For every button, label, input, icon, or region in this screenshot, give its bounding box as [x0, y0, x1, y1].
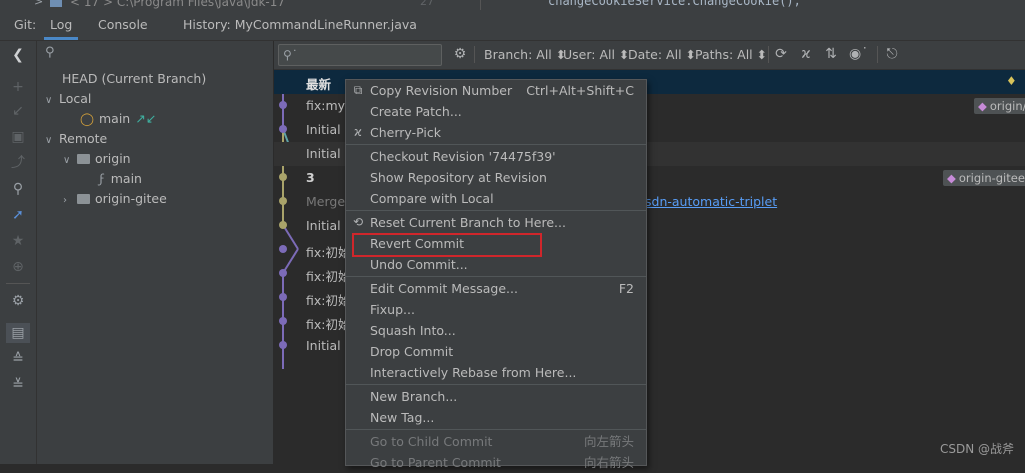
jdk-label: < 17 > C:\Program Files\Java\jdk-17 [70, 0, 286, 9]
menu-copy-revision[interactable]: ⧉ Copy Revision Number Ctrl+Alt+Shift+C [346, 80, 646, 101]
filter-user[interactable]: User: All ⬍ [563, 47, 629, 62]
sort-icon[interactable]: ⇅ [822, 45, 840, 63]
git-label: Git: [14, 17, 37, 32]
tab-console[interactable]: Console [98, 10, 148, 40]
tree-origin-gitee[interactable]: › origin-gitee [63, 189, 167, 209]
search-icon[interactable]: ⚲ [6, 179, 30, 199]
menu-separator [346, 144, 646, 145]
menu-undo-commit[interactable]: Undo Commit... [346, 254, 646, 275]
menu-show-repository[interactable]: Show Repository at Revision [346, 167, 646, 188]
menu-interactive-rebase[interactable]: Interactively Rebase from Here... [346, 362, 646, 383]
menu-fixup[interactable]: Fixup... [346, 299, 646, 320]
push-icon[interactable]: ➚ [6, 205, 30, 225]
menu-checkout-revision[interactable]: Checkout Revision '74475f39' [346, 146, 646, 167]
menu-reset-branch[interactable]: ⟲ Reset Current Branch to Here... [346, 212, 646, 233]
library-icon [50, 0, 62, 7]
merge-branch-link[interactable]: sdn-automatic-triplet [645, 194, 777, 209]
menu-cherry-pick[interactable]: ϰ Cherry-Pick [346, 122, 646, 143]
tree-head[interactable]: HEAD (Current Branch) [62, 69, 206, 89]
cherry-pick-icon: ϰ [354, 125, 362, 139]
menu-compare-local[interactable]: Compare with Local [346, 188, 646, 209]
tab-log[interactable]: Log [44, 10, 79, 40]
undo-icon: ⟲ [352, 215, 364, 229]
eye-icon[interactable]: ◉˙ [849, 45, 868, 63]
star-icon[interactable]: ★ [6, 231, 30, 251]
line-number: 27 [420, 0, 434, 8]
menu-separator [346, 210, 646, 211]
tag-icon: ♦ [1006, 74, 1017, 88]
folder-icon [77, 194, 90, 204]
tree-remote[interactable]: ∨ Remote [45, 129, 107, 149]
code-line: changeCookieService.ChangeCookie(); [548, 0, 801, 8]
add-icon[interactable]: + [6, 77, 30, 97]
menu-create-patch[interactable]: Create Patch... [346, 101, 646, 122]
update-icon[interactable]: ↙ [6, 101, 30, 121]
revert-commit-highlight [352, 233, 542, 257]
menu-new-tag[interactable]: New Tag... [346, 407, 646, 428]
menu-new-branch[interactable]: New Branch... [346, 386, 646, 407]
branch-tag-origin-gitee: ◆ origin-gitee/ [943, 170, 1025, 186]
divider [877, 46, 878, 63]
tree-local[interactable]: ∨ Local [45, 89, 91, 109]
git-tool-window-tabs: Git: Log Console History: MyCommandLineR… [0, 10, 1025, 41]
menu-separator [346, 384, 646, 385]
group-by-icon[interactable]: ▤ [6, 323, 30, 343]
branch-icon: ϝ [99, 171, 105, 186]
copy-icon: ⧉ [353, 83, 363, 97]
filter-date[interactable]: Date: All ⬍ [628, 47, 696, 62]
tree-prefix: > [34, 0, 44, 8]
menu-separator [346, 429, 646, 430]
divider [6, 283, 30, 284]
log-toolbar: ⚲˙ ⚙ Branch: All ⬍ User: All ⬍ Date: All… [274, 41, 1025, 70]
filter-paths[interactable]: Paths: All ⬍ [695, 47, 767, 62]
tab-history[interactable]: History: MyCommandLineRunner.java [183, 10, 417, 40]
tree-origin[interactable]: ∨ origin [63, 149, 131, 169]
gear-icon[interactable]: ⚙ [451, 45, 469, 63]
divider [768, 46, 769, 63]
tree-local-main[interactable]: ◯ main ↗↙ [80, 109, 156, 129]
tag-icon: ◆ [947, 171, 956, 185]
menu-squash[interactable]: Squash Into... [346, 320, 646, 341]
search-icon: ⚲˙ [283, 48, 298, 62]
menu-edit-message[interactable]: Edit Commit Message... F2 [346, 278, 646, 299]
chevron-down-icon: ∨ [63, 155, 71, 166]
tree-origin-main[interactable]: ϝ main [99, 169, 142, 189]
menu-go-child[interactable]: Go to Child Commit 向左箭头 [346, 431, 646, 452]
chevron-down-icon: ∨ [45, 135, 53, 146]
log-search-input[interactable]: ⚲˙ [278, 44, 442, 66]
editor-background-strip: > < 17 > C:\Program Files\Java\jdk-17 27… [0, 0, 1025, 10]
branches-panel: ⚲ HEAD (Current Branch) ∨ Local ◯ main ↗↙ ∨… [37, 41, 274, 464]
tracking-arrows-icon: ↗↙ [135, 111, 157, 126]
divider [480, 0, 481, 10]
menu-drop-commit[interactable]: Drop Commit [346, 341, 646, 362]
gear-icon[interactable]: ⚙ [6, 291, 30, 311]
expand-all-icon[interactable]: ≙ [6, 349, 30, 369]
watermark: CSDN @战斧 [940, 442, 1015, 456]
branch-tag-origin: ◆ origin/ [974, 98, 1025, 114]
divider [474, 46, 475, 63]
menu-go-parent[interactable]: Go to Parent Commit 向右箭头 [346, 452, 646, 473]
cherry-pick-icon[interactable]: ϰ [797, 45, 815, 63]
tag-icon: ◯ [80, 111, 94, 126]
chevron-right-icon: › [63, 195, 67, 206]
collapse-arrow-icon[interactable]: ❮ [6, 45, 30, 65]
refresh-icon[interactable]: ⟳ [772, 45, 790, 63]
new-tab-icon[interactable]: ⎋ [883, 45, 901, 63]
menu-separator [346, 276, 646, 277]
tag-icon: ◆ [978, 99, 987, 113]
tree-search-icon[interactable]: ⚲ [45, 45, 55, 60]
folder-icon [77, 154, 90, 164]
target-icon[interactable]: ⊕ [6, 257, 30, 277]
delete-icon[interactable]: ▣ [6, 127, 30, 147]
git-side-toolbar: ❮ + ↙ ▣ ⤴ ⚲ ➚ ★ ⊕ ⚙ ▤ ≙ ≚ [0, 41, 37, 464]
collapse-all-icon[interactable]: ≚ [6, 375, 30, 395]
filter-branch[interactable]: Branch: All ⬍ [484, 47, 566, 62]
merge-icon[interactable]: ⤴ [6, 153, 30, 173]
chevron-down-icon: ∨ [45, 95, 53, 106]
commit-context-menu: ⧉ Copy Revision Number Ctrl+Alt+Shift+C … [345, 79, 647, 470]
